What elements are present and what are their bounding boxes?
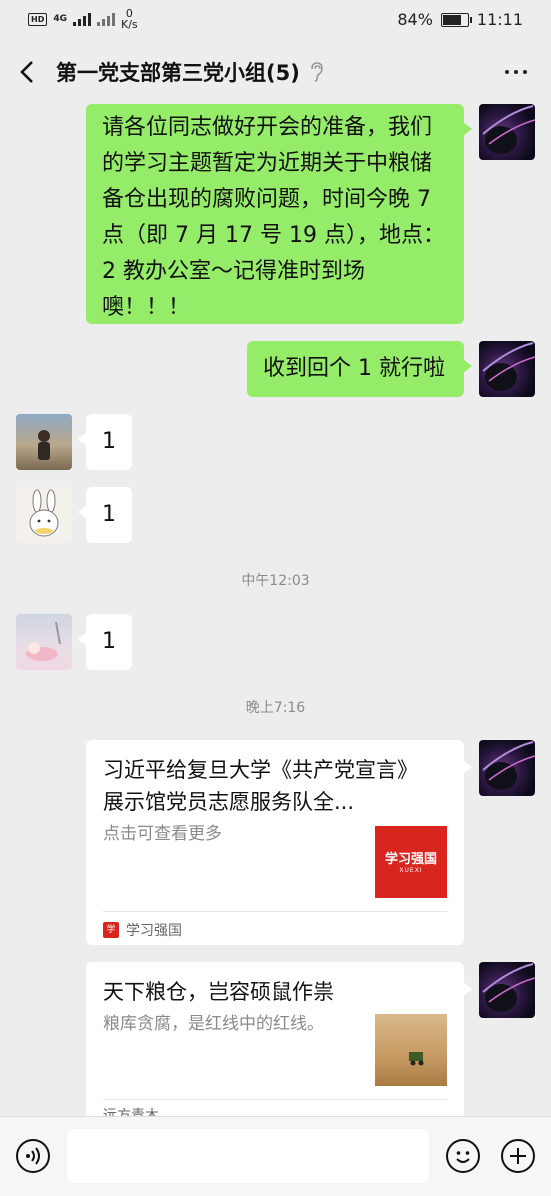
message-bubble-mine[interactable]: 请各位同志做好开会的准备，我们的学习主题暂定为近期关于中粮储备仓出现的腐败问题，…: [86, 104, 472, 324]
smile-icon: [456, 1151, 470, 1163]
member-avatar-1[interactable]: [16, 414, 72, 470]
clock: 11:11: [476, 10, 523, 29]
battery-icon: [440, 12, 472, 27]
network-type: 4G: [53, 14, 67, 24]
member-avatar-2[interactable]: [16, 487, 72, 543]
article-card[interactable]: 习近平给复旦大学《共产党宣言》展示馆党员志愿服务队全... 点击可查看更多 学习…: [86, 740, 472, 945]
card-thumbnail: [375, 1014, 447, 1086]
article-card[interactable]: 天下粮仓，岂容硕鼠作祟 粮库贪腐，是红线中的红线。 远方青木: [86, 962, 472, 1116]
card-title: 习近平给复旦大学《共产党宣言》展示馆党员志愿服务队全...: [103, 758, 418, 814]
my-avatar[interactable]: [479, 104, 535, 160]
my-avatar[interactable]: [479, 740, 535, 796]
harvester-icon: [409, 1052, 424, 1066]
card-divider: [103, 1099, 447, 1100]
input-bar: [0, 1116, 551, 1196]
message-text: 1: [102, 502, 116, 527]
card-title: 天下粮仓，岂容硕鼠作祟: [103, 980, 334, 1004]
chat-header: 第一党支部第三党小组(5): [0, 40, 551, 104]
card-thumbnail: 学习强国 XUEXI: [375, 826, 447, 898]
message-text: 1: [102, 429, 116, 454]
message-list[interactable]: 请各位同志做好开会的准备，我们的学习主题暂定为近期关于中粮储备仓出现的腐败问题，…: [0, 104, 551, 1116]
thumb-brand: 学习强国: [384, 852, 437, 867]
speed-unit: K/s: [121, 18, 138, 31]
member-avatar-3[interactable]: [16, 614, 72, 670]
card-source: 远方青木: [103, 1105, 159, 1116]
card-divider: [103, 911, 447, 912]
message-bubble-other[interactable]: 1: [78, 414, 132, 470]
more-dots-icon[interactable]: [505, 70, 527, 74]
message-input[interactable]: [67, 1129, 429, 1183]
battery-percent: 84%: [397, 10, 433, 29]
message-bubble-other[interactable]: 1: [78, 487, 132, 543]
emoji-icon[interactable]: [446, 1139, 480, 1173]
galaxy-avatar-icon: [482, 741, 535, 790]
hd-badge: HD: [28, 12, 48, 26]
card-source-name: 学习强国: [126, 923, 182, 939]
status-bar: HD 4G 0 K/s 84% 11:11: [0, 0, 551, 40]
voice-icon[interactable]: [16, 1139, 50, 1173]
galaxy-avatar-icon: [482, 963, 535, 1012]
galaxy-avatar-icon: [482, 342, 535, 391]
network-speed: 0 K/s: [121, 8, 138, 30]
thumb-brand-small: XUEXI: [399, 867, 423, 874]
plus-sign-icon: [510, 1148, 526, 1164]
voice-waves-icon: [26, 1147, 40, 1165]
xuexi-logo-icon: 学: [103, 922, 119, 938]
signal-icon-2: [97, 12, 115, 26]
card-source: 学 学习强国: [103, 920, 182, 940]
plus-icon[interactable]: [501, 1139, 535, 1173]
card-source-name: 远方青木: [103, 1108, 159, 1116]
message-text: 1: [102, 629, 116, 654]
chat-title: 第一党支部第三党小组(5): [56, 61, 300, 85]
ear-icon: [311, 62, 323, 82]
galaxy-avatar-icon: [482, 105, 535, 154]
time-divider: 晚上7:16: [245, 700, 306, 716]
my-avatar[interactable]: [479, 962, 535, 1018]
person-photo-icon: [38, 430, 50, 460]
my-avatar[interactable]: [479, 341, 535, 397]
card-description: 粮库贪腐，是红线中的红线。: [103, 1014, 324, 1034]
message-bubble-mine[interactable]: 收到回个 1 就行啦: [247, 341, 472, 397]
card-description: 点击可查看更多: [103, 824, 222, 844]
message-text: 请各位同志做好开会的准备，我们的学习主题暂定为近期关于中粮储备仓出现的腐败问题，…: [102, 115, 445, 320]
time-divider: 中午12:03: [241, 573, 310, 589]
signal-icon: [73, 12, 91, 26]
chat-title-wrap: 第一党支部第三党小组(5): [56, 57, 324, 87]
bunny-icon: [29, 489, 59, 537]
message-text: 收到回个 1 就行啦: [263, 356, 445, 381]
message-bubble-other[interactable]: 1: [78, 614, 132, 670]
anime-character-icon: [26, 621, 61, 661]
chevron-left-icon[interactable]: [16, 58, 40, 86]
